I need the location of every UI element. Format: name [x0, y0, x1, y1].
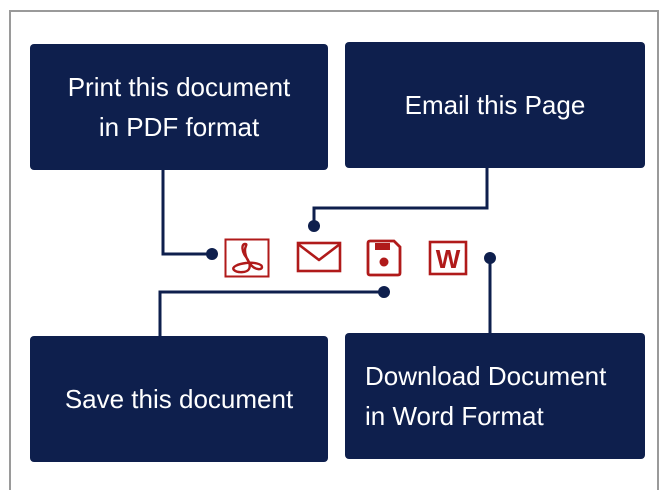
print-pdf-card: Print this document in PDF format	[30, 44, 328, 170]
pdf-icon-graphic	[224, 238, 270, 278]
email-page-card-line-1: Email this Page	[404, 90, 586, 120]
pdf-icon[interactable]	[224, 238, 270, 278]
envelope-icon[interactable]	[296, 239, 342, 275]
word-icon-letter: W	[436, 244, 461, 274]
save-document-card-line-1: Save this document	[64, 384, 294, 414]
print-pdf-card-line-1: Print this document	[67, 72, 291, 102]
email-page-card: Email this Page	[345, 42, 645, 168]
print-pdf-card-line-2: in PDF format	[98, 112, 260, 142]
word-icon-graphic: W	[428, 240, 468, 276]
envelope-icon-graphic	[296, 241, 342, 273]
download-word-card: Download Document in Word Format	[345, 333, 645, 459]
save-disk-icon[interactable]	[364, 238, 404, 278]
download-word-card-line-2: in Word Format	[365, 401, 544, 431]
save-disk-icon-graphic	[366, 239, 402, 277]
download-word-card-line-1: Download Document	[365, 361, 607, 391]
save-document-card: Save this document	[30, 336, 328, 462]
word-icon[interactable]: W	[428, 240, 468, 276]
